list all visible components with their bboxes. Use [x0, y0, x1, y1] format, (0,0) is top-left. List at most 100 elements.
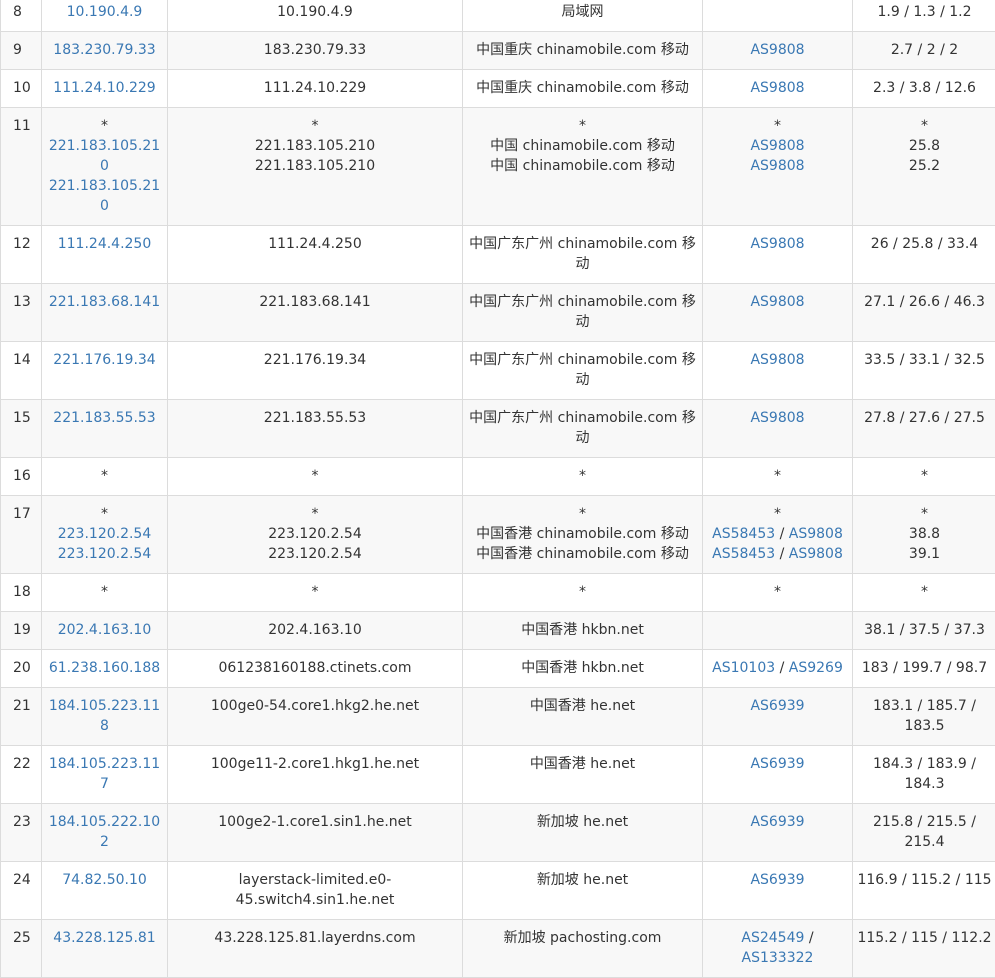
asn-link[interactable]: AS9808: [750, 236, 804, 252]
asn-link[interactable]: AS133322: [742, 950, 814, 966]
location-text: 中国广东广州 chinamobile.com 移动: [467, 408, 698, 448]
asn-link[interactable]: AS10103: [712, 660, 775, 676]
ip-link[interactable]: 43.228.125.81: [46, 928, 163, 948]
hostname-text: *: [172, 116, 458, 136]
asn-link[interactable]: AS6939: [750, 756, 804, 772]
table-row: 15221.183.55.53221.183.55.53中国广东广州 china…: [1, 400, 995, 458]
ip-link[interactable]: 202.4.163.10: [46, 620, 163, 640]
location-text: *: [467, 582, 698, 602]
location-cell: *中国 chinamobile.com 移动中国 chinamobile.com…: [463, 108, 703, 226]
ip-link[interactable]: 184.105.223.117: [46, 754, 163, 794]
location-text: 中国广东广州 chinamobile.com 移动: [467, 292, 698, 332]
asn-line: *: [707, 504, 848, 524]
latency-cell: 2.7 / 2 / 2: [853, 32, 995, 70]
ip-link[interactable]: 74.82.50.10: [46, 870, 163, 890]
asn-link[interactable]: AS58453: [712, 546, 775, 562]
asn-link[interactable]: AS9808: [750, 42, 804, 58]
ip-link[interactable]: 221.183.105.210: [46, 176, 163, 216]
asn-cell: *: [703, 458, 853, 496]
hostname-text: 111.24.4.250: [172, 234, 458, 254]
location-cell: 中国香港 he.net: [463, 746, 703, 804]
location-cell: 新加坡 he.net: [463, 862, 703, 920]
asn-link[interactable]: AS9808: [750, 138, 804, 154]
asn-cell: AS6939: [703, 804, 853, 862]
asn-link[interactable]: AS24549: [741, 930, 804, 946]
ip-link[interactable]: 221.183.105.210: [46, 136, 163, 176]
location-text: 中国重庆 chinamobile.com 移动: [467, 78, 698, 98]
hop-number-cell: 14: [1, 342, 42, 400]
location-text: 中国香港 chinamobile.com 移动: [467, 524, 698, 544]
location-cell: 新加坡 pachosting.com: [463, 920, 703, 978]
ip-link[interactable]: 223.120.2.54: [46, 524, 163, 544]
latency-cell: *: [853, 574, 995, 612]
hostname-text: 221.176.19.34: [172, 350, 458, 370]
hostname-text: layerstack-limited.e0-45.switch4.sin1.he…: [172, 870, 458, 910]
location-cell: 中国广东广州 chinamobile.com 移动: [463, 342, 703, 400]
asn-link[interactable]: AS9808: [750, 410, 804, 426]
hostname-text: 223.120.2.54: [172, 544, 458, 564]
hop-number-cell: 22: [1, 746, 42, 804]
ip-link[interactable]: 61.238.160.188: [46, 658, 163, 678]
latency-text: 115.2 / 115 / 112.2: [857, 928, 992, 948]
ip-cell: 221.183.55.53: [42, 400, 168, 458]
asn-link[interactable]: AS58453: [712, 526, 775, 542]
hop-number: 23: [13, 814, 31, 830]
hostname-text: 221.183.105.210: [172, 136, 458, 156]
hop-number-cell: 19: [1, 612, 42, 650]
hop-number: 20: [13, 660, 31, 676]
asn-link[interactable]: AS9808: [789, 526, 843, 542]
hostname-text: 100ge2-1.core1.sin1.he.net: [172, 812, 458, 832]
asn-line: AS6939: [707, 754, 848, 774]
ip-link[interactable]: 183.230.79.33: [46, 40, 163, 60]
ip-link[interactable]: 184.105.222.102: [46, 812, 163, 852]
asn-cell: [703, 0, 853, 32]
ip-cell: 183.230.79.33: [42, 32, 168, 70]
asn-link[interactable]: AS6939: [750, 814, 804, 830]
latency-cell: *38.839.1: [853, 496, 995, 574]
table-row: 10111.24.10.229111.24.10.229中国重庆 chinamo…: [1, 70, 995, 108]
asn-link[interactable]: AS6939: [750, 872, 804, 888]
hostname-text: 221.183.68.141: [172, 292, 458, 312]
latency-text: 27.1 / 26.6 / 46.3: [857, 292, 992, 312]
hop-number: 21: [13, 698, 31, 714]
ip-link[interactable]: 221.183.55.53: [46, 408, 163, 428]
asn-line: AS9808: [707, 292, 848, 312]
hostname-cell: 10.190.4.9: [168, 0, 463, 32]
table-row: 22184.105.223.117 100ge11-2.core1.hkg1.he…: [1, 746, 995, 804]
location-cell: 局域网: [463, 0, 703, 32]
ip-link[interactable]: 221.176.19.34: [46, 350, 163, 370]
hostname-text: 061238160188.ctinets.com: [172, 658, 458, 678]
ip-cell: 221.183.68.141: [42, 284, 168, 342]
table-row: 17*223.120.2.54223.120.2.54*223.120.2.54…: [1, 496, 995, 574]
asn-link[interactable]: AS9808: [750, 158, 804, 174]
latency-cell: 38.1 / 37.5 / 37.3: [853, 612, 995, 650]
asn-cell: AS9808: [703, 70, 853, 108]
location-text: 中国香港 he.net: [467, 754, 698, 774]
hostname-text: 43.228.125.81.layerdns.com: [172, 928, 458, 948]
ip-cell: *: [42, 574, 168, 612]
asn-link[interactable]: AS9808: [750, 80, 804, 96]
hostname-text: 100ge11-2.core1.hkg1.he.net: [172, 754, 458, 774]
table-row: 18*****: [1, 574, 995, 612]
ip-cell: 184.105.223.118: [42, 688, 168, 746]
ip-link[interactable]: 221.183.68.141: [46, 292, 163, 312]
asn-link[interactable]: AS6939: [750, 698, 804, 714]
ip-link[interactable]: 223.120.2.54: [46, 544, 163, 564]
location-text: *: [467, 116, 698, 136]
ip-link[interactable]: 111.24.4.250: [46, 234, 163, 254]
latency-cell: 183.1 / 185.7 / 183.5: [853, 688, 995, 746]
latency-text: 25.2: [857, 156, 992, 176]
hop-number: 24: [13, 872, 31, 888]
asn-link[interactable]: AS9269: [789, 660, 843, 676]
asn-link[interactable]: AS9808: [750, 352, 804, 368]
asn-link[interactable]: AS9808: [789, 546, 843, 562]
table-row: 23 184.105.222.102 100ge2-1.core1.sin1.he.…: [1, 804, 995, 862]
asn-link[interactable]: AS9808: [750, 294, 804, 310]
location-text: 局域网: [467, 2, 698, 22]
ip-link[interactable]: 10.190.4.9: [46, 2, 163, 22]
ip-link: *: [46, 116, 163, 136]
ip-link[interactable]: 184.105.223.118: [46, 696, 163, 736]
latency-text: 38.1 / 37.5 / 37.3: [857, 620, 992, 640]
table-row: 14221.176.19.34221.176.19.34中国广东广州 china…: [1, 342, 995, 400]
ip-link[interactable]: 111.24.10.229: [46, 78, 163, 98]
